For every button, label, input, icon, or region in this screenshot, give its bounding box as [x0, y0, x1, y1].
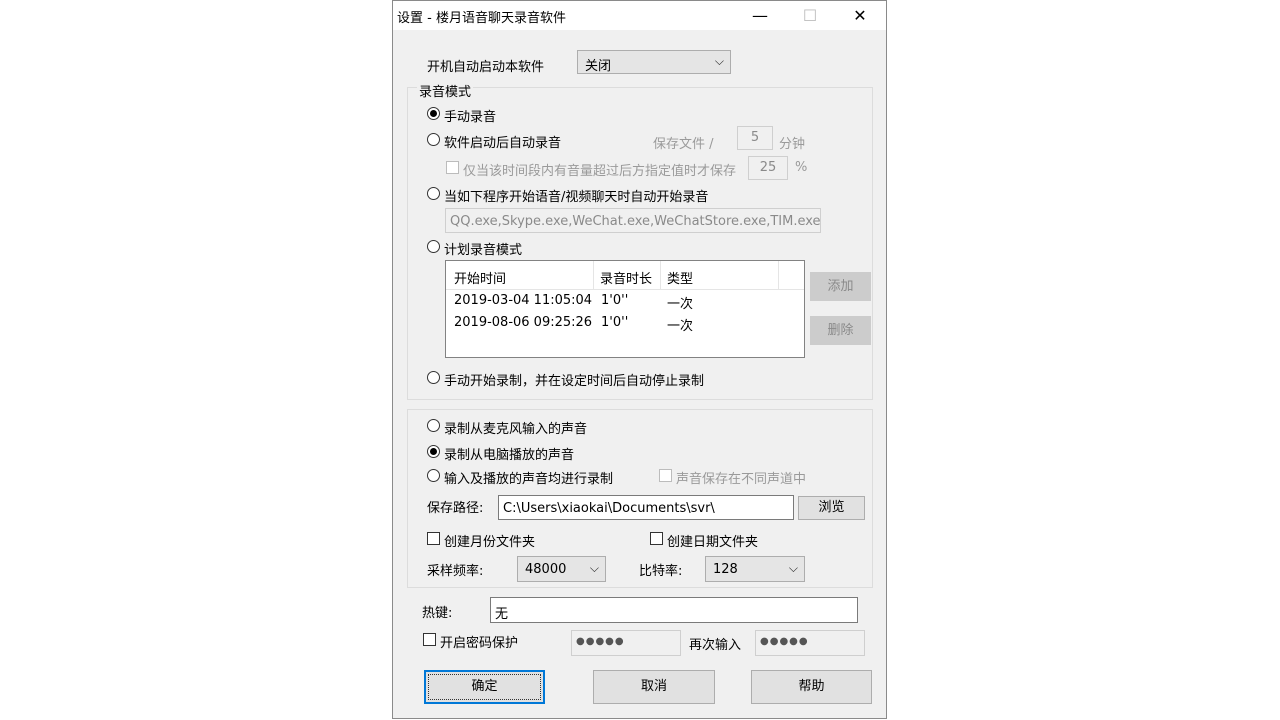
- sample-rate-label: 采样频率:: [427, 564, 484, 579]
- radio-auto-after-start-label: 软件启动后自动录音: [444, 136, 562, 151]
- radio-pc[interactable]: [427, 445, 440, 458]
- maximize-button: ☐: [786, 1, 834, 30]
- column-separator: [778, 261, 779, 289]
- separate-channels-checkbox[interactable]: [659, 469, 672, 482]
- settings-window: 设置 - 楼月语音聊天录音软件 — ☐ ✕ 开机自动启动本软件 关闭 ⌵ 录音模…: [392, 0, 887, 719]
- radio-schedule-mode[interactable]: [427, 240, 440, 253]
- programs-value: QQ.exe,Skype.exe,WeChat.exe,WeChatStore.…: [450, 214, 821, 229]
- hotkey-input[interactable]: 无: [490, 597, 858, 623]
- browse-button[interactable]: 浏览: [798, 496, 865, 520]
- separate-channels-label: 声音保存在不同声道中: [676, 472, 807, 487]
- radio-manual[interactable]: [427, 107, 440, 120]
- row-duration: 1'0'': [601, 315, 629, 330]
- window-title: 设置 - 楼月语音聊天录音软件: [397, 11, 566, 26]
- close-button[interactable]: ✕: [836, 1, 884, 30]
- radio-schedule-mode-label: 计划录音模式: [444, 243, 523, 258]
- chevron-down-icon: ⌵: [788, 561, 798, 575]
- chevron-down-icon: ⌵: [714, 54, 724, 68]
- volume-checkbox-label: 仅当该时间段内有音量超过后方指定值时才保存: [463, 164, 737, 179]
- radio-both[interactable]: [427, 469, 440, 482]
- delete-button[interactable]: 删除: [810, 316, 871, 345]
- minimize-button[interactable]: —: [736, 1, 784, 30]
- radio-manual-label: 手动录音: [444, 110, 497, 125]
- row-start-time: 2019-08-06 09:25:26: [454, 315, 593, 330]
- column-duration[interactable]: 录音时长: [600, 268, 652, 287]
- save-file-label: 保存文件 /: [653, 137, 714, 152]
- radio-mic[interactable]: [427, 419, 440, 432]
- close-icon: ✕: [853, 6, 867, 25]
- minimize-icon: —: [752, 6, 768, 25]
- cancel-button[interactable]: 取消: [593, 670, 715, 704]
- row-type: 一次: [667, 297, 694, 312]
- month-folder-label: 创建月份文件夹: [444, 535, 536, 550]
- minutes-unit: 分钟: [779, 137, 806, 152]
- password-value: ●●●●●: [576, 636, 625, 647]
- volume-checkbox[interactable]: [446, 161, 459, 174]
- row-type: 一次: [667, 319, 694, 334]
- ok-button[interactable]: 确定: [424, 670, 545, 704]
- password-checkbox-label: 开启密码保护: [440, 636, 519, 651]
- autostart-label: 开机自动启动本软件: [427, 60, 545, 75]
- ok-button-label: 确定: [471, 679, 498, 694]
- password-confirm-label: 再次输入: [689, 638, 742, 653]
- month-folder-checkbox[interactable]: [427, 532, 440, 545]
- volume-input[interactable]: 25: [748, 156, 788, 180]
- bitrate-select[interactable]: 128 ⌵: [705, 556, 805, 582]
- save-path-label: 保存路径:: [427, 501, 484, 516]
- password-confirm-value: ●●●●●: [760, 636, 809, 647]
- help-button[interactable]: 帮助: [751, 670, 872, 704]
- column-separator: [593, 261, 594, 289]
- column-separator: [660, 261, 661, 289]
- save-path-input[interactable]: C:\Users\xiaokai\Documents\svr\: [498, 495, 794, 520]
- schedule-table[interactable]: 开始时间 录音时长 类型 2019-03-04 11:05:04 1'0'' 一…: [445, 260, 805, 358]
- bitrate-label: 比特率:: [639, 564, 683, 579]
- date-folder-checkbox[interactable]: [650, 532, 663, 545]
- percent-unit: %: [795, 160, 808, 175]
- radio-manual-timed[interactable]: [427, 371, 440, 384]
- hotkey-value: 无: [495, 607, 509, 622]
- bitrate-value: 128: [713, 562, 738, 577]
- row-start-time: 2019-03-04 11:05:04: [454, 293, 593, 308]
- date-folder-label: 创建日期文件夹: [667, 535, 759, 550]
- schedule-table-header: 开始时间 录音时长 类型: [446, 261, 804, 290]
- password-input[interactable]: ●●●●●: [571, 630, 681, 656]
- radio-mic-label: 录制从麦克风输入的声音: [444, 422, 588, 437]
- save-path-value: C:\Users\xiaokai\Documents\svr\: [503, 501, 715, 516]
- sample-rate-select[interactable]: 48000 ⌵: [517, 556, 606, 582]
- title-bar: 设置 - 楼月语音聊天录音软件 — ☐ ✕: [393, 1, 886, 30]
- programs-input[interactable]: QQ.exe,Skype.exe,WeChat.exe,WeChatStore.…: [445, 208, 821, 233]
- password-checkbox[interactable]: [423, 633, 436, 646]
- autostart-value: 关闭: [585, 59, 612, 74]
- row-duration: 1'0'': [601, 293, 629, 308]
- radio-program-mode-label: 当如下程序开始语音/视频聊天时自动开始录音: [444, 190, 709, 205]
- radio-manual-timed-label: 手动开始录制，并在设定时间后自动停止录制: [444, 374, 705, 389]
- chevron-down-icon: ⌵: [589, 561, 599, 575]
- maximize-icon: ☐: [802, 6, 818, 25]
- sample-rate-value: 48000: [525, 562, 567, 577]
- password-confirm-input[interactable]: ●●●●●: [755, 630, 865, 656]
- column-start-time[interactable]: 开始时间: [454, 268, 506, 287]
- radio-both-label: 输入及播放的声音均进行录制: [444, 472, 614, 487]
- add-button[interactable]: 添加: [810, 272, 871, 301]
- record-mode-group-label: 录音模式: [417, 81, 474, 100]
- save-minutes-input[interactable]: 5: [737, 126, 773, 150]
- autostart-select[interactable]: 关闭 ⌵: [577, 50, 731, 74]
- radio-pc-label: 录制从电脑播放的声音: [444, 448, 575, 463]
- radio-auto-after-start[interactable]: [427, 133, 440, 146]
- column-type[interactable]: 类型: [667, 268, 693, 287]
- radio-program-mode[interactable]: [427, 187, 440, 200]
- hotkey-label: 热键:: [422, 606, 453, 621]
